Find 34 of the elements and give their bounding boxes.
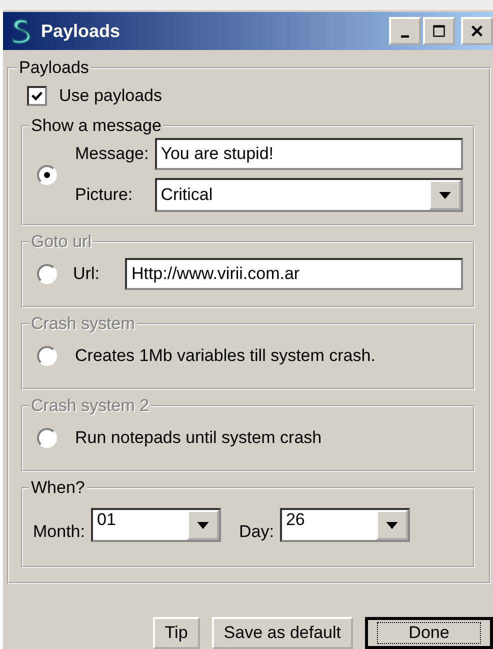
use-payloads-checkbox[interactable] [27,86,47,106]
radio-button[interactable] [37,165,57,185]
dialog-button[interactable]: Tip [152,617,200,649]
radio-button[interactable] [37,346,57,366]
message-field[interactable]: You are stupid! [154,138,463,170]
picture-dropdown[interactable]: Critical [154,178,463,212]
group-title: Crash system [30,314,136,334]
window-title: Payloads [41,20,122,42]
radio-button[interactable] [37,428,57,448]
checkbox-label: Use payloads [59,86,162,106]
option-label: Creates 1Mb variables till system crash. [75,346,376,366]
url-field[interactable]: Http://www.virii.com.ar [125,258,463,290]
group-title: Goto url [30,232,92,252]
day-dropdown[interactable]: 26 [280,508,410,542]
group-title: Show a message [30,116,162,136]
field-label: Picture: [75,185,134,205]
close-icon [470,24,484,38]
field-label: Message: [75,144,149,164]
group-title: When? [30,478,86,498]
dialog-button[interactable]: Save as default [212,617,353,649]
group-title: Payloads [18,58,90,78]
dialog-button[interactable]: Done [365,617,493,649]
field-label: Day: [238,522,274,542]
minimize-icon [401,34,409,38]
checkmark-icon [30,89,44,103]
group-title: Crash system 2 [30,396,150,416]
month-dropdown[interactable]: 01 [90,508,221,542]
radio-button[interactable] [37,264,57,284]
option-label: Run notepads until system crash [75,428,322,448]
maximize-icon [432,24,446,38]
field-label: Month: [33,522,85,542]
maximize-button[interactable] [423,17,455,45]
close-button[interactable] [461,17,493,45]
field-label: Url: [73,264,100,284]
